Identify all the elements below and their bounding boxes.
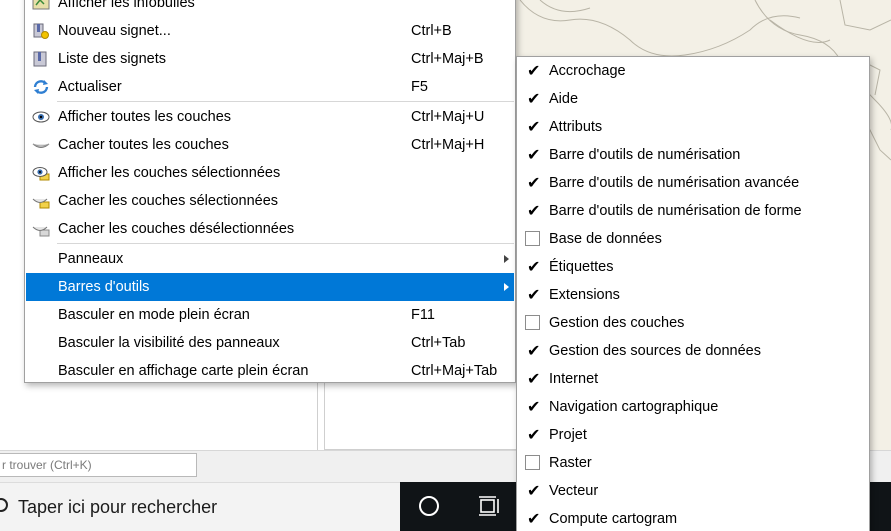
menu-item-panels[interactable]: Panneaux — [26, 245, 514, 273]
toolbar-toggle-label: Vecteur — [549, 483, 599, 499]
view-menu: Afficher les infobulles Nouveau signet..… — [24, 0, 516, 383]
browser-panel — [324, 380, 524, 450]
taskbar-search-box[interactable]: Taper ici pour rechercher — [0, 482, 400, 531]
search-icon — [0, 498, 8, 512]
menu-item-refresh[interactable]: Actualiser F5 — [26, 73, 514, 101]
toolbar-toggle-item[interactable]: Barre d'outils de numérisation — [518, 141, 868, 169]
toolbar-toggle-label: Gestion des couches — [549, 315, 685, 331]
new-bookmark-icon — [33, 23, 49, 39]
toolbar-toggle-item[interactable]: Internet — [518, 365, 868, 393]
cortana-icon[interactable] — [419, 496, 439, 516]
menu-separator — [57, 243, 514, 244]
locator-search-input[interactable]: r trouver (Ctrl+K) — [0, 453, 197, 477]
toolbar-toggle-item[interactable]: Gestion des couches — [518, 309, 868, 337]
menu-item-show-selected-layers[interactable]: Afficher les couches sélectionnées — [26, 159, 514, 187]
toolbar-toggle-label: Accrochage — [549, 63, 626, 79]
toolbar-toggle-label: Extensions — [549, 287, 620, 303]
hide-deselected-layers-icon — [32, 226, 50, 237]
toolbar-toggle-item[interactable]: Barre d'outils de numérisation avancée — [518, 169, 868, 197]
taskbar-search-placeholder: Taper ici pour rechercher — [18, 497, 218, 517]
toolbar-toggle-item[interactable]: Étiquettes — [518, 253, 868, 281]
menu-item-toggle-fullscreen[interactable]: Basculer en mode plein écran F11 — [26, 301, 514, 329]
menu-item-hide-all-layers[interactable]: Cacher toutes les couches Ctrl+Maj+H — [26, 131, 514, 159]
toolbar-toggle-item[interactable]: Navigation cartographique — [518, 393, 868, 421]
tooltip-icon — [32, 0, 50, 10]
checkmark-icon[interactable] — [525, 113, 540, 141]
toolbar-toggle-item[interactable]: Accrochage — [518, 57, 868, 85]
toolbar-toggle-item[interactable]: Extensions — [518, 281, 868, 309]
toolbars-submenu: Accrochage Aide Attributs Barre d'outils de… — [516, 56, 870, 531]
menu-item-hide-selected-layers[interactable]: Cacher les couches sélectionnées — [26, 187, 514, 215]
toolbar-toggle-label: Barre d'outils de numérisation — [549, 147, 741, 163]
checkmark-icon[interactable] — [525, 477, 540, 505]
checkmark-icon[interactable] — [525, 253, 540, 281]
submenu-arrow-icon — [504, 283, 509, 291]
toolbar-toggle-item[interactable]: Gestion des sources de données — [518, 337, 868, 365]
toolbar-toggle-item[interactable]: Compute cartogram — [518, 505, 868, 531]
show-layers-icon — [32, 111, 50, 123]
checkmark-icon[interactable] — [525, 421, 540, 449]
checkbox-unchecked[interactable] — [525, 231, 540, 246]
submenu-arrow-icon — [504, 255, 509, 263]
menu-item-hide-deselected-layers[interactable]: Cacher les couches désélectionnées — [26, 215, 514, 243]
checkmark-icon[interactable] — [525, 337, 540, 365]
hide-layers-icon — [32, 143, 50, 148]
checkmark-icon[interactable] — [525, 365, 540, 393]
checkmark-icon[interactable] — [525, 85, 540, 113]
menu-item-toolbars[interactable]: Barres d'outils — [26, 273, 514, 301]
toolbar-toggle-label: Compute cartogram — [549, 511, 678, 527]
checkmark-icon[interactable] — [525, 197, 540, 225]
show-selected-layers-icon — [32, 167, 50, 181]
bookmarks-list-icon — [33, 51, 47, 67]
toolbar-toggle-label: Navigation cartographique — [549, 399, 719, 415]
toolbar-toggle-label: Projet — [549, 427, 587, 443]
toolbar-toggle-label: Gestion des sources de données — [549, 343, 761, 359]
menu-item-show-all-layers[interactable]: Afficher toutes les couches Ctrl+Maj+U — [26, 103, 514, 131]
checkmark-icon[interactable] — [525, 57, 540, 85]
toolbar-toggle-item[interactable]: Barre d'outils de numérisation de forme — [518, 197, 868, 225]
toolbar-toggle-label: Attributs — [549, 119, 603, 135]
menu-item-new-bookmark[interactable]: Nouveau signet... Ctrl+B — [26, 17, 514, 45]
toolbar-toggle-item[interactable]: Vecteur — [518, 477, 868, 505]
menu-item-toggle-panels-visibility[interactable]: Basculer la visibilité des panneaux Ctrl… — [26, 329, 514, 357]
toolbar-toggle-label: Internet — [549, 371, 599, 387]
toolbar-toggle-label: Barre d'outils de numérisation avancée — [549, 175, 800, 191]
menu-item-toggle-map-fullscreen[interactable]: Basculer en affichage carte plein écran … — [26, 357, 514, 385]
checkmark-icon[interactable] — [525, 393, 540, 421]
toolbar-toggle-item[interactable]: Attributs — [518, 113, 868, 141]
toolbar-toggle-label: Aide — [549, 91, 579, 107]
layers-panel — [0, 380, 318, 450]
toolbar-toggle-item[interactable]: Base de données — [518, 225, 868, 253]
toolbar-toggle-label: Base de données — [549, 231, 662, 247]
toolbar-toggle-label: Raster — [549, 455, 592, 471]
refresh-icon — [33, 80, 49, 94]
checkmark-icon[interactable] — [525, 281, 540, 309]
hide-selected-layers-icon — [32, 198, 50, 209]
menu-separator — [57, 101, 514, 102]
checkbox-unchecked[interactable] — [525, 315, 540, 330]
toolbar-toggle-item[interactable]: Raster — [518, 449, 868, 477]
checkmark-icon[interactable] — [525, 505, 540, 531]
toolbar-toggle-label: Étiquettes — [549, 259, 614, 275]
toolbar-toggle-label: Barre d'outils de numérisation de forme — [549, 203, 802, 219]
toolbar-toggle-item[interactable]: Aide — [518, 85, 868, 113]
task-view-icon[interactable] — [478, 495, 500, 517]
menu-item-show-tooltips[interactable]: Afficher les infobulles — [26, 0, 514, 17]
checkmark-icon[interactable] — [525, 169, 540, 197]
toolbar-toggle-item[interactable]: Projet — [518, 421, 868, 449]
menu-item-bookmarks-list[interactable]: Liste des signets Ctrl+Maj+B — [26, 45, 514, 73]
checkmark-icon[interactable] — [525, 141, 540, 169]
checkbox-unchecked[interactable] — [525, 455, 540, 470]
